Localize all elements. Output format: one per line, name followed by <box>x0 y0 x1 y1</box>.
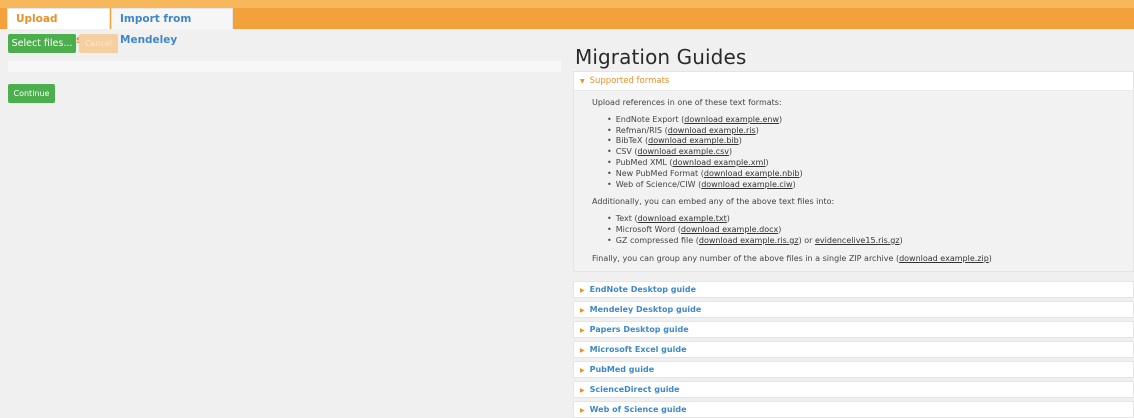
download-link[interactable]: download example.txt <box>638 214 727 223</box>
format-name: New PubMed Format <box>615 168 699 178</box>
guide-papers-desktop[interactable]: ▶ Papers Desktop guide <box>573 321 1134 338</box>
list-item: Refman/RIS (download example.ris) <box>607 126 1133 137</box>
list-item: EndNote Export (download example.enw) <box>607 115 1133 126</box>
list-item: Web of Science/CIW (download example.ciw… <box>607 180 1133 191</box>
triangle-right-icon: ▶ <box>580 387 585 394</box>
list-item: PubMed XML (download example.xml) <box>607 158 1133 169</box>
download-link[interactable]: download example.docx <box>681 225 778 234</box>
format-name: BibTeX <box>615 136 643 146</box>
triangle-right-icon: ▶ <box>580 307 585 314</box>
guide-microsoft-excel[interactable]: ▶ Microsoft Excel guide <box>573 341 1134 358</box>
triangle-down-icon: ▼ <box>580 78 585 85</box>
tab-upload-references[interactable]: Upload References <box>7 8 110 46</box>
embed-name: GZ compressed file <box>615 235 694 245</box>
supported-formats-body: Upload references in one of these text f… <box>574 91 1133 264</box>
triangle-right-icon: ▶ <box>580 287 585 294</box>
embed-intro: Additionally, you can embed any of the a… <box>592 197 835 207</box>
triangle-right-icon: ▶ <box>580 407 585 414</box>
migration-guides-title: Migration Guides <box>575 45 747 69</box>
guide-label: PubMed guide <box>589 365 655 374</box>
tab-import-from-mendeley[interactable]: Import from Mendeley <box>111 8 233 46</box>
format-name: Refman/RIS <box>615 125 663 135</box>
triangle-right-icon: ▶ <box>580 367 585 374</box>
format-name: EndNote Export <box>615 114 679 124</box>
zip-text: Finally, you can group any number of the… <box>592 253 992 263</box>
list-item: GZ compressed file (download example.ris… <box>607 236 1133 247</box>
download-link[interactable]: download example.csv <box>638 147 730 156</box>
download-link[interactable]: evidencelive15.ris.gz <box>815 236 900 245</box>
format-name: CSV <box>615 147 632 157</box>
download-link[interactable]: download example.ciw <box>701 180 792 189</box>
download-link[interactable]: download example.enw <box>684 115 779 124</box>
guide-label: Mendeley Desktop guide <box>589 305 702 314</box>
guide-label: Microsoft Excel guide <box>589 345 687 354</box>
or-text: or <box>804 235 813 245</box>
format-name: PubMed XML <box>615 157 667 167</box>
download-link[interactable]: download example.ris.gz <box>699 236 799 245</box>
embed-list: Text (download example.txt) Microsoft Wo… <box>607 214 1133 246</box>
formats-intro: Upload references in one of these text f… <box>592 98 782 107</box>
format-name: Web of Science/CIW <box>615 179 696 189</box>
cancel-button[interactable]: Cancel <box>79 34 118 53</box>
embed-name: Microsoft Word <box>615 224 676 234</box>
embed-name: Text <box>615 214 632 224</box>
supported-formats-header[interactable]: ▼ Supported formats <box>574 72 1133 91</box>
guide-label: EndNote Desktop guide <box>589 285 697 294</box>
list-item: CSV (download example.csv) <box>607 147 1133 158</box>
zip-description: Finally, you can group any number of the… <box>592 253 894 263</box>
guide-label: Papers Desktop guide <box>589 325 689 334</box>
guide-label: Web of Science guide <box>589 405 687 414</box>
upload-file-list <box>8 61 561 72</box>
supported-formats-panel: ▼ Supported formats Upload references in … <box>573 71 1134 272</box>
supported-formats-label: Supported formats <box>589 76 670 86</box>
continue-button[interactable]: Continue <box>8 84 55 103</box>
list-item: New PubMed Format (download example.nbib… <box>607 169 1133 180</box>
guide-label: ScienceDirect guide <box>589 385 680 394</box>
guide-web-of-science[interactable]: ▶ Web of Science guide <box>573 401 1134 418</box>
download-link[interactable]: download example.bib <box>648 136 739 145</box>
formats-list: EndNote Export (download example.enw) Re… <box>607 115 1133 191</box>
triangle-right-icon: ▶ <box>580 327 585 334</box>
list-item: Text (download example.txt) <box>607 214 1133 225</box>
download-link[interactable]: download example.xml <box>673 158 766 167</box>
triangle-right-icon: ▶ <box>580 347 585 354</box>
list-item: BibTeX (download example.bib) <box>607 136 1133 147</box>
download-link[interactable]: download example.nbib <box>704 169 800 178</box>
download-link[interactable]: download example.zip <box>899 254 989 263</box>
select-files-button[interactable]: Select files... <box>8 34 76 53</box>
guide-pubmed[interactable]: ▶ PubMed guide <box>573 361 1134 378</box>
guide-endnote-desktop[interactable]: ▶ EndNote Desktop guide <box>573 281 1134 298</box>
download-link[interactable]: download example.ris <box>668 126 756 135</box>
tab-bar: Upload References Import from Mendeley <box>0 0 1134 46</box>
guide-mendeley-desktop[interactable]: ▶ Mendeley Desktop guide <box>573 301 1134 318</box>
list-item: Microsoft Word (download example.docx) <box>607 225 1133 236</box>
guide-sciencedirect[interactable]: ▶ ScienceDirect guide <box>573 381 1134 398</box>
